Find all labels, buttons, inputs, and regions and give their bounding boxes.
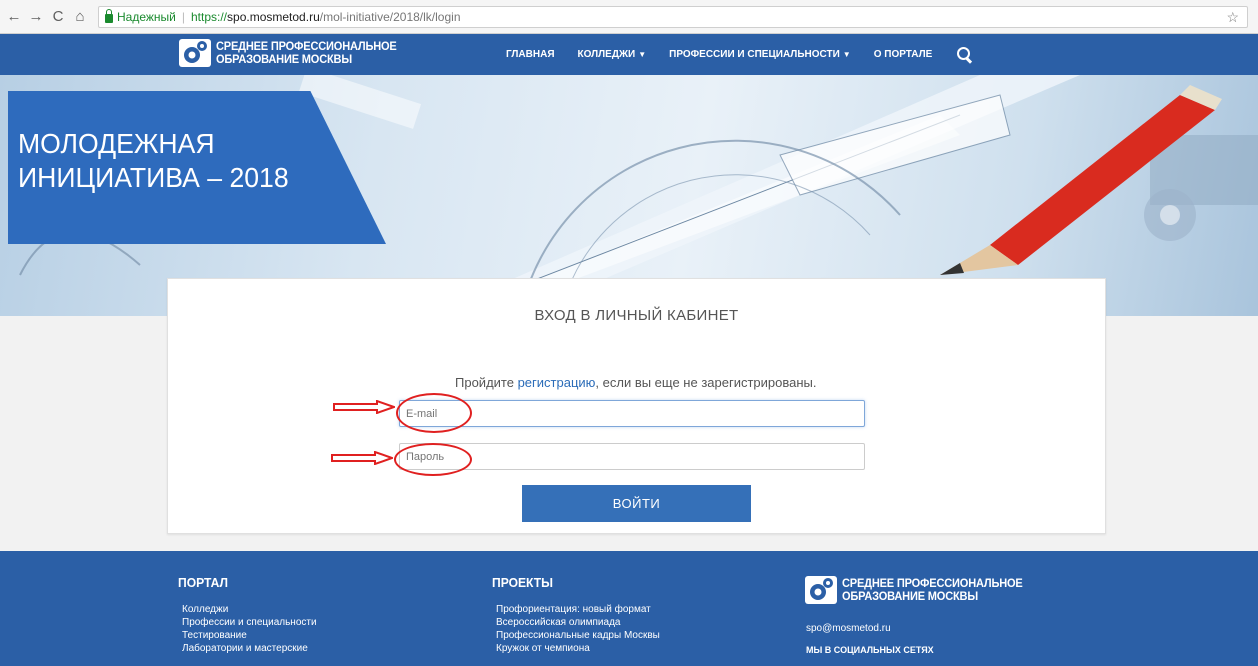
hero-title-line-1: МОЛОДЕЖНАЯ <box>18 128 215 159</box>
lock-icon <box>105 8 113 23</box>
login-title: ВХОД В ЛИЧНЫЙ КАБИНЕТ <box>534 307 739 324</box>
footer-link[interactable]: Профессии и специальности <box>182 616 317 629</box>
annotation-circle-email <box>396 393 472 433</box>
footer-logo-line-2: ОБРАЗОВАНИЕ МОСКВЫ <box>842 589 978 603</box>
site-footer: ПОРТАЛ Колледжи Профессии и специальност… <box>0 551 1258 666</box>
footer-link[interactable]: Кружок от чемпиона <box>496 642 660 655</box>
forward-arrow-icon[interactable]: → <box>26 7 46 27</box>
nav-item-colleges-label: КОЛЛЕДЖИ <box>577 49 636 60</box>
logo-line-2: ОБРАЗОВАНИЕ МОСКВЫ <box>216 52 352 66</box>
register-suffix: , если вы еще не зарегистрированы. <box>595 375 817 390</box>
home-icon[interactable]: ⌂ <box>70 7 90 27</box>
footer-logo-text: СРЕДНЕЕ ПРОФЕССИОНАЛЬНОЕ ОБРАЗОВАНИЕ МОС… <box>842 577 1023 603</box>
address-separator: | <box>181 10 185 24</box>
address-bar[interactable]: Надежный | https:// spo.mosmetod.ru /mol… <box>98 6 1248 28</box>
footer-portal: ПОРТАЛ Колледжи Профессии и специальност… <box>178 575 317 655</box>
search-icon[interactable] <box>957 46 971 61</box>
footer-link[interactable]: Профессиональные кадры Москвы <box>496 629 660 642</box>
secure-label: Надежный <box>117 10 176 24</box>
gear-logo-icon <box>179 39 211 67</box>
site-header: СРЕДНЕЕ ПРОФЕССИОНАЛЬНОЕ ОБРАЗОВАНИЕ МОС… <box>0 34 1258 75</box>
url-host: spo.mosmetod.ru <box>227 10 320 24</box>
annotation-arrow-password <box>331 451 393 465</box>
footer-projects: ПРОЕКТЫ Профориентация: новый формат Все… <box>492 575 660 655</box>
url-path: /mol-initiative/2018/lk/login <box>319 10 461 24</box>
reload-icon[interactable]: C <box>48 7 68 27</box>
top-navigation: ГЛАВНАЯ КОЛЛЕДЖИ ▼ ПРОФЕССИИ И СПЕЦИАЛЬНО… <box>506 34 971 75</box>
footer-link[interactable]: Колледжи <box>182 603 317 616</box>
login-card: ВХОД В ЛИЧНЫЙ КАБИНЕТ Пройдите регистрац… <box>167 278 1106 534</box>
nav-item-home[interactable]: ГЛАВНАЯ <box>506 49 555 60</box>
browser-toolbar: ← → C ⌂ Надежный | https:// spo.mosmetod… <box>0 0 1258 34</box>
footer-projects-title: ПРОЕКТЫ <box>492 575 553 590</box>
footer-email[interactable]: spo@mosmetod.ru <box>806 623 891 634</box>
footer-projects-list: Профориентация: новый формат Всероссийск… <box>492 603 660 655</box>
hero-title-line-2: ИНИЦИАТИВА – 2018 <box>18 162 289 193</box>
back-arrow-icon[interactable]: ← <box>4 7 24 27</box>
footer-link[interactable]: Тестирование <box>182 629 317 642</box>
gear-logo-icon <box>805 576 837 604</box>
footer-portal-title: ПОРТАЛ <box>178 575 228 590</box>
annotation-circle-password <box>394 443 472 476</box>
chevron-down-icon: ▼ <box>842 50 851 59</box>
register-link[interactable]: регистрацию <box>518 375 596 390</box>
login-button[interactable]: ВОЙТИ <box>522 485 751 522</box>
url-scheme: https:// <box>191 10 228 24</box>
register-hint: Пройдите регистрацию, если вы еще не зар… <box>455 375 817 390</box>
chevron-down-icon: ▼ <box>638 50 647 59</box>
nav-item-professions[interactable]: ПРОФЕССИИ И СПЕЦИАЛЬНОСТИ ▼ <box>669 49 851 60</box>
footer-portal-list: Колледжи Профессии и специальности Тести… <box>178 603 317 655</box>
nav-item-about[interactable]: О ПОРТАЛЕ <box>874 49 933 60</box>
footer-link[interactable]: Лаборатории и мастерские <box>182 642 317 655</box>
footer-link[interactable]: Профориентация: новый формат <box>496 603 660 616</box>
site-logo[interactable]: СРЕДНЕЕ ПРОФЕССИОНАЛЬНОЕ ОБРАЗОВАНИЕ МОС… <box>178 37 412 69</box>
annotation-arrow-email <box>333 400 395 414</box>
bookmark-star-icon[interactable]: ☆ <box>1226 9 1239 26</box>
logo-text: СРЕДНЕЕ ПРОФЕССИОНАЛЬНОЕ ОБРАЗОВАНИЕ МОС… <box>216 40 397 66</box>
footer-social-label: МЫ В СОЦИАЛЬНЫХ СЕТЯХ <box>806 645 934 655</box>
nav-item-professions-label: ПРОФЕССИИ И СПЕЦИАЛЬНОСТИ <box>669 49 840 60</box>
nav-item-colleges[interactable]: КОЛЛЕДЖИ ▼ <box>578 49 647 60</box>
footer-logo[interactable]: СРЕДНЕЕ ПРОФЕССИОНАЛЬНОЕ ОБРАЗОВАНИЕ МОС… <box>804 574 1038 606</box>
hero-title: МОЛОДЕЖНАЯ ИНИЦИАТИВА – 2018 <box>18 127 289 195</box>
footer-link[interactable]: Всероссийская олимпиада <box>496 616 660 629</box>
register-prefix: Пройдите <box>455 375 518 390</box>
